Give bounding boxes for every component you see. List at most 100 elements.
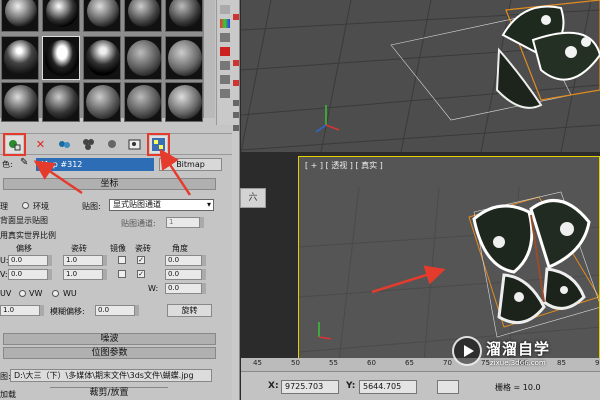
- backlight-icon[interactable]: [219, 5, 230, 14]
- rotate-button[interactable]: 旋转: [167, 304, 212, 317]
- copy-icon[interactable]: [56, 136, 73, 153]
- timeline-tick: 55: [329, 359, 338, 367]
- coords-rollout-header[interactable]: 坐标: [3, 178, 216, 190]
- wu-radio-label: WU: [63, 289, 77, 298]
- channel-field[interactable]: 1: [166, 217, 200, 228]
- map-name-field[interactable]: Map #312: [36, 158, 154, 171]
- sample-slot-active[interactable]: [42, 36, 80, 80]
- col-offset-header: 偏移: [16, 244, 32, 253]
- v-mirror-checkbox[interactable]: [118, 270, 126, 278]
- u-angle-field[interactable]: 0.0: [165, 255, 202, 266]
- blur-spinner[interactable]: [39, 305, 44, 316]
- bitmap-path-button[interactable]: D:\大三（下）\多媒体\期末文件\3ds文件\蝴蝶.jpg: [10, 369, 212, 382]
- watermark-title: 溜溜自学: [486, 340, 551, 358]
- unique-icon[interactable]: [80, 136, 97, 153]
- strip-icon[interactable]: [233, 112, 239, 118]
- show-map-icon[interactable]: [126, 136, 143, 153]
- noise-rollout-header[interactable]: 噪波: [3, 333, 216, 345]
- strip-icon[interactable]: [233, 14, 239, 20]
- sample-uv-icon[interactable]: [219, 33, 230, 42]
- sample-slot[interactable]: [42, 82, 80, 122]
- app-root: ✕ 色: ✎ Map #312 Bitmap 坐标 理 环境 贴图: 显式贴图通…: [0, 0, 600, 400]
- blur-field[interactable]: 1.0: [0, 305, 40, 316]
- reload-button[interactable]: 加载: [0, 389, 16, 400]
- w-label: W:: [148, 284, 159, 293]
- sample-slot[interactable]: [165, 36, 203, 80]
- background-icon[interactable]: [147, 133, 170, 156]
- v-tile-checkbox[interactable]: ✓: [137, 270, 145, 278]
- u-tile-checkbox[interactable]: ✓: [137, 256, 145, 264]
- sample-slot[interactable]: [124, 36, 162, 80]
- show-back-label: 背面显示贴图: [0, 216, 48, 225]
- strip-icon[interactable]: [233, 100, 239, 106]
- u-angle-spinner[interactable]: [201, 255, 206, 266]
- timeline-tick: 50: [291, 359, 300, 367]
- v-tiling-spinner[interactable]: [102, 269, 107, 280]
- select-by-material-icon[interactable]: [219, 89, 230, 98]
- assign-id-icon[interactable]: [104, 136, 121, 153]
- eyedropper-icon[interactable]: ✎: [20, 157, 28, 168]
- viewport-top[interactable]: [241, 0, 600, 152]
- timeline-tick: 85: [557, 359, 566, 367]
- x-coord-field[interactable]: 9725.703: [281, 380, 339, 394]
- u-tiling-field[interactable]: 1.0: [63, 255, 103, 266]
- u-tiling-spinner[interactable]: [102, 255, 107, 266]
- vw-radio[interactable]: [19, 290, 26, 297]
- sample-slot[interactable]: [83, 0, 121, 32]
- sample-slot[interactable]: [124, 82, 162, 122]
- sample-slot[interactable]: [165, 82, 203, 122]
- w-angle-spinner[interactable]: [201, 283, 206, 294]
- strip-icon[interactable]: [233, 80, 239, 86]
- v-tiling-field[interactable]: 1.0: [63, 269, 103, 280]
- sample-slot[interactable]: [124, 0, 162, 32]
- sample-slot[interactable]: [83, 82, 121, 122]
- sample-slot[interactable]: [165, 0, 203, 32]
- timeline-tick: 60: [367, 359, 376, 367]
- wu-radio[interactable]: [52, 290, 59, 297]
- timeline[interactable]: 45505560657075808590: [241, 358, 600, 372]
- video-check-icon[interactable]: [219, 47, 230, 56]
- u-mirror-checkbox[interactable]: [118, 256, 126, 264]
- background-icon[interactable]: [219, 19, 230, 28]
- mapping-dropdown[interactable]: 显式贴图通道 ▾: [109, 199, 214, 211]
- get-material-icon[interactable]: [3, 133, 26, 156]
- strip-icon[interactable]: [233, 60, 239, 66]
- sample-slot[interactable]: [42, 0, 80, 32]
- slots-scrollbar[interactable]: [203, 0, 215, 118]
- delete-icon[interactable]: ✕: [32, 136, 49, 153]
- grid-size-label: 栅格 = 10.0: [495, 383, 541, 392]
- texture-radio-label: 理: [0, 202, 8, 211]
- v-label: V:: [0, 270, 8, 279]
- options-icon[interactable]: [219, 75, 230, 84]
- v-angle-field[interactable]: 0.0: [165, 269, 202, 280]
- command-strip: [232, 0, 240, 400]
- v-offset-spinner[interactable]: [47, 269, 52, 280]
- v-offset-field[interactable]: 0.0: [8, 269, 48, 280]
- sample-slot[interactable]: [1, 82, 39, 122]
- strip-icon[interactable]: [233, 125, 239, 131]
- blur-offset-field[interactable]: 0.0: [95, 305, 135, 316]
- map-row-label: 色:: [2, 160, 13, 169]
- w-angle-field[interactable]: 0.0: [165, 283, 202, 294]
- side-tab[interactable]: 六: [240, 188, 266, 208]
- timeline-tick: 70: [443, 359, 452, 367]
- env-radio[interactable]: [22, 202, 29, 209]
- material-toolbar: ✕: [0, 133, 232, 156]
- sample-slot[interactable]: [83, 36, 121, 80]
- make-preview-icon[interactable]: [219, 61, 230, 70]
- channel-spinner[interactable]: [199, 217, 204, 228]
- bitmap-params-rollout-header[interactable]: 位图参数: [3, 347, 216, 359]
- sample-slot[interactable]: [1, 36, 39, 80]
- y-coord-field[interactable]: 5644.705: [359, 380, 417, 394]
- viewport-perspective[interactable]: [ + ] [ 透视 ] [ 真实 ]: [298, 156, 600, 360]
- u-offset-spinner[interactable]: [47, 255, 52, 266]
- sample-slot[interactable]: [1, 0, 39, 32]
- z-coord-field[interactable]: [437, 380, 459, 394]
- viewport-top-canvas: [241, 0, 600, 152]
- map-type-button[interactable]: Bitmap: [159, 158, 222, 171]
- u-offset-field[interactable]: 0.0: [8, 255, 48, 266]
- v-angle-spinner[interactable]: [201, 269, 206, 280]
- map-row: 色: ✎ Map #312 Bitmap: [0, 157, 232, 173]
- crop-place-header[interactable]: 裁剪/放置: [50, 387, 168, 399]
- blur-offset-spinner[interactable]: [134, 305, 139, 316]
